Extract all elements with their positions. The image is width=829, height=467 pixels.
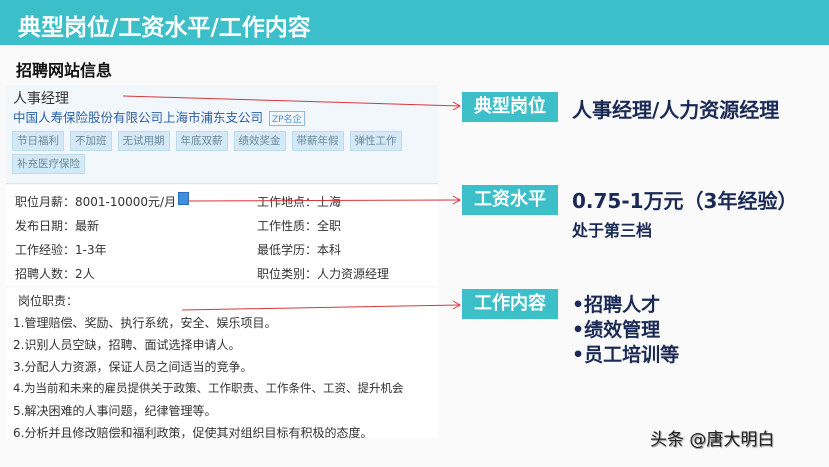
salary-value: 0.75-1万元（3年经验） [572,189,798,213]
arrow-position [122,95,461,107]
arrow-salary [187,199,461,202]
salary-note: 处于第三档 [572,221,653,240]
content-item: •绩效管理 [572,319,661,341]
arrows [122,95,462,311]
content-item: •员工培训等 [572,344,680,366]
label-salary: 工资水平 [462,185,558,215]
label-content: 工作内容 [462,289,558,319]
content-item: •招聘人才 [572,294,661,316]
watermark: 头条 @唐大明白 [650,430,775,450]
position-value: 人事经理/人力资源经理 [572,98,780,122]
label-position: 典型岗位 [462,92,558,122]
arrow-content [181,304,461,311]
